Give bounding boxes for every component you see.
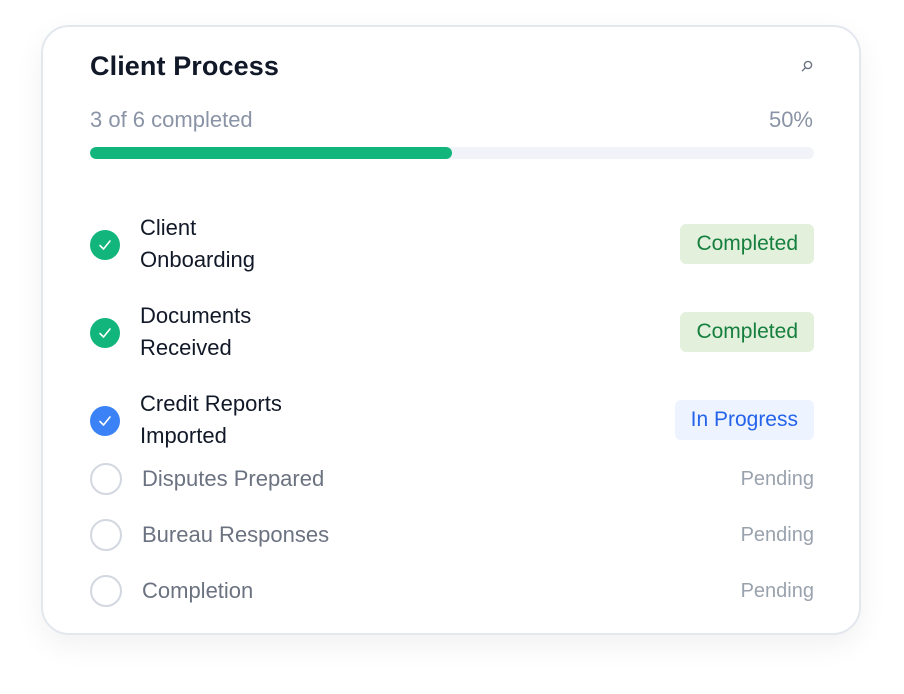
- status-badge: Completed: [680, 312, 814, 352]
- progress-bar-fill: [90, 147, 452, 159]
- step-label: Disputes Prepared: [142, 466, 325, 491]
- step-client-onboarding[interactable]: Client Onboarding Completed: [90, 212, 814, 276]
- status-badge: Completed: [680, 224, 814, 264]
- status-text: Pending: [740, 468, 814, 490]
- empty-circle-icon: [90, 575, 122, 607]
- step-label: Completion: [142, 578, 254, 603]
- progress-bar: [90, 147, 814, 159]
- step-label: Documents Received: [140, 303, 252, 360]
- step-disputes-prepared[interactable]: Disputes Prepared Pending: [90, 463, 814, 495]
- step-bureau-responses[interactable]: Bureau Responses Pending: [90, 519, 814, 551]
- check-circle-icon: [90, 230, 120, 260]
- search-icon[interactable]: [800, 59, 814, 73]
- status-text: Pending: [740, 524, 814, 546]
- check-circle-icon: [90, 406, 120, 436]
- check-circle-icon: [90, 318, 120, 348]
- empty-circle-icon: [90, 463, 122, 495]
- step-label: Bureau Responses: [142, 522, 330, 547]
- progress-summary: 3 of 6 completed: [90, 107, 253, 132]
- card-title: Client Process: [90, 51, 279, 81]
- step-completion[interactable]: Completion Pending: [90, 575, 814, 607]
- empty-circle-icon: [90, 519, 122, 551]
- step-label: Client Onboarding: [140, 215, 255, 272]
- progress-percent: 50%: [768, 107, 813, 132]
- step-label: Credit Reports Imported: [140, 391, 282, 448]
- step-documents-received[interactable]: Documents Received Completed: [90, 300, 814, 364]
- step-credit-reports-imported[interactable]: Credit Reports Imported In Progress: [90, 388, 814, 452]
- client-process-card: Client Process 3 of 6 completed 50% Clie…: [41, 25, 861, 635]
- status-text: Pending: [740, 580, 814, 602]
- status-badge: In Progress: [674, 400, 814, 440]
